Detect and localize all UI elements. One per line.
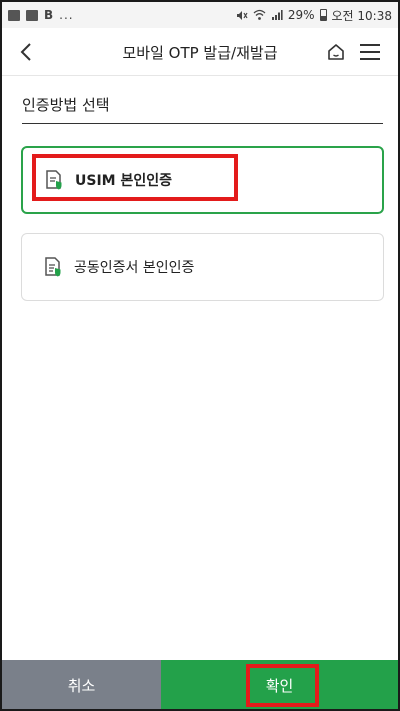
status-time: 오전 10:38 — [331, 8, 392, 23]
home-button[interactable] — [324, 40, 348, 64]
chevron-left-icon — [20, 43, 31, 61]
app-header: 모바일 OTP 발급/재발급 — [2, 28, 398, 76]
wifi-icon — [253, 9, 266, 20]
blog-notification-icon: B — [44, 8, 54, 22]
document-shield-icon — [46, 170, 62, 190]
option-usim-auth[interactable]: USIM 본인인증 — [21, 146, 384, 214]
mute-icon — [236, 10, 248, 20]
signal-icon — [271, 10, 283, 20]
home-icon — [328, 44, 344, 60]
section-title: 인증방법 선택 — [22, 96, 110, 114]
menu-button[interactable] — [358, 40, 382, 64]
bottom-action-bar: 취소 확인 — [2, 660, 398, 709]
status-right: 29% 오전 10:38 — [235, 7, 392, 24]
confirm-button[interactable]: 확인 — [161, 660, 398, 709]
hamburger-menu-icon — [360, 44, 380, 60]
back-button[interactable] — [14, 40, 38, 64]
cancel-button[interactable]: 취소 — [2, 660, 161, 709]
option-label: USIM 본인인증 — [75, 173, 172, 189]
status-left: B ... — [8, 8, 74, 22]
battery-icon — [319, 9, 327, 21]
more-notifications-indicator: ... — [59, 8, 74, 22]
app-screen: B ... 29% 오전 10:38 모바일 OTP 발급/재발급 인증방법 선… — [0, 0, 400, 711]
document-shield-icon — [45, 257, 61, 277]
status-bar: B ... 29% 오전 10:38 — [2, 2, 398, 28]
option-label: 공동인증서 본인인증 — [74, 260, 195, 276]
battery-percent: 29% — [287, 8, 315, 22]
option-certificate-auth[interactable]: 공동인증서 본인인증 — [21, 233, 384, 301]
app-notification-icon — [26, 9, 38, 21]
section-divider — [22, 123, 383, 124]
gallery-notification-icon — [8, 9, 20, 21]
